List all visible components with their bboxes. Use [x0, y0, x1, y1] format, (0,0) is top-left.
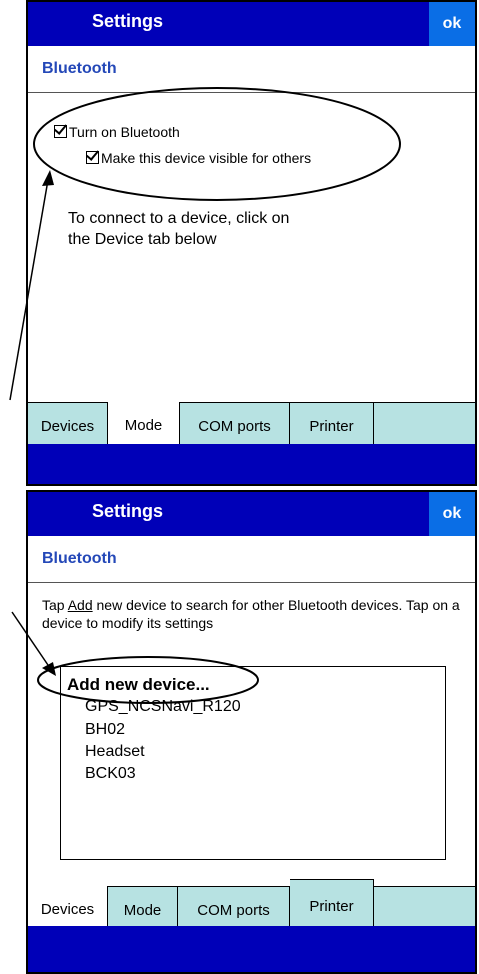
- bottom-bar: [28, 444, 475, 484]
- ok-button[interactable]: ok: [429, 2, 475, 46]
- checkbox-checked-icon[interactable]: [86, 151, 99, 164]
- add-link[interactable]: Add: [68, 597, 93, 613]
- list-item[interactable]: Headset: [85, 743, 145, 761]
- list-item[interactable]: BCK03: [85, 765, 136, 783]
- list-item[interactable]: BH02: [85, 721, 125, 739]
- page-title: Settings: [92, 11, 164, 31]
- tab-mode[interactable]: Mode: [108, 402, 180, 449]
- ok-button[interactable]: ok: [429, 492, 475, 536]
- tab-com-ports[interactable]: COM ports: [180, 403, 290, 449]
- help-text: Tap Add new device to search for other B…: [42, 596, 462, 632]
- device-list: Add new device... GPS_NCSNavi_R120 BH02 …: [60, 666, 446, 860]
- list-item[interactable]: GPS_NCSNavi_R120: [85, 698, 241, 716]
- settings-screen-devices: Settings ok Bluetooth Tap Add new device…: [26, 490, 477, 974]
- section-header: Bluetooth: [28, 46, 475, 93]
- option-label: Turn on Bluetooth: [69, 124, 180, 140]
- tab-bar: Devices Mode COM ports Printer: [28, 402, 475, 449]
- tab-devices[interactable]: Devices: [28, 403, 108, 449]
- bottom-bar: [28, 926, 475, 972]
- title-bar: Settings ok: [28, 492, 475, 536]
- add-new-device-item[interactable]: Add new device...: [67, 675, 210, 695]
- tab-printer[interactable]: Printer: [290, 403, 374, 449]
- help-text: To connect to a device, click on the Dev…: [68, 210, 290, 248]
- help-text-start: Tap: [42, 597, 68, 613]
- help-text-end: new device to search for other Bluetooth…: [42, 597, 460, 631]
- tab-printer[interactable]: Printer: [290, 879, 374, 933]
- section-title: Bluetooth: [42, 550, 117, 567]
- checkbox-checked-icon[interactable]: [54, 125, 67, 138]
- visibility-toggle-option[interactable]: Make this device visible for others: [86, 150, 311, 166]
- page-title: Settings: [92, 501, 164, 521]
- section-title: Bluetooth: [42, 60, 117, 77]
- settings-screen-mode: Settings ok Bluetooth Turn on Bluetooth …: [26, 0, 477, 486]
- option-label: Make this device visible for others: [101, 150, 312, 166]
- title-bar: Settings ok: [28, 2, 475, 46]
- bluetooth-toggle-option[interactable]: Turn on Bluetooth: [54, 124, 180, 140]
- section-header: Bluetooth: [28, 536, 475, 583]
